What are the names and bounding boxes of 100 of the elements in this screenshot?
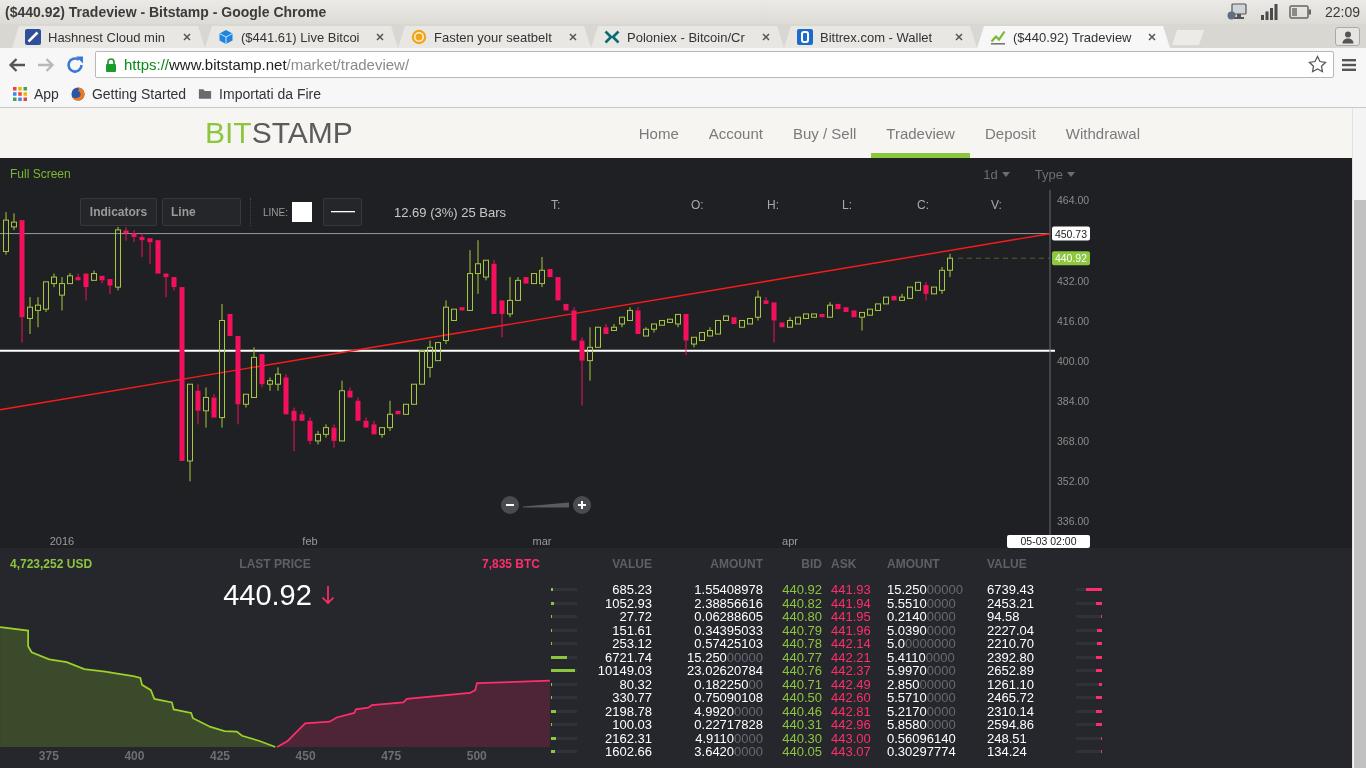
candlestick <box>771 302 777 344</box>
nav-link[interactable]: Buy / Sell <box>777 108 872 158</box>
cube-icon <box>218 29 234 45</box>
browser-tab[interactable]: Hashnest Cloud min <box>12 26 205 48</box>
legend-label: H: <box>767 198 780 212</box>
address-bar[interactable]: https://www.bitstamp.net/market/tradeview/ <box>95 51 1334 78</box>
candlestick <box>931 286 937 295</box>
legend-label: T: <box>551 198 562 212</box>
candlestick <box>443 299 449 345</box>
candlestick <box>779 322 785 328</box>
candlestick <box>411 383 417 405</box>
line-type-dropdown[interactable]: Line <box>162 198 241 226</box>
indicators-button[interactable]: Indicators <box>80 198 157 226</box>
ask-amount: 0.30297774 <box>887 745 957 759</box>
candlestick <box>259 354 265 388</box>
candlestick <box>299 410 305 421</box>
close-icon[interactable] <box>569 33 577 41</box>
bid-value: 253.12 <box>611 637 652 651</box>
scrollbar-thumb[interactable] <box>1354 200 1366 768</box>
close-icon[interactable] <box>183 33 191 41</box>
lock-icon <box>105 57 117 72</box>
candlestick <box>3 211 9 256</box>
candlestick <box>147 238 153 265</box>
bid-amount: 0.06288605 <box>693 610 763 624</box>
browser-tab[interactable]: ($441.61) Live Bitcoi <box>205 26 398 48</box>
candlestick <box>339 380 345 442</box>
chevrons-icon <box>604 29 620 45</box>
bid-value: 1052.93 <box>604 596 652 610</box>
coin-icon <box>411 29 427 45</box>
ask-price: 442.37 <box>830 664 872 678</box>
candlestick <box>467 249 473 311</box>
candlestick <box>555 277 561 301</box>
caret-icon <box>1067 171 1075 177</box>
ask-price: 442.49 <box>830 677 872 691</box>
bid-value: 330.77 <box>611 691 652 705</box>
browser-tab[interactable]: Bittrex.com - Wallet <box>784 26 977 48</box>
candlestick <box>123 226 129 242</box>
close-icon[interactable] <box>376 33 384 41</box>
nav-link[interactable]: Home <box>623 108 694 158</box>
ask-value: 2227.04 <box>987 623 1035 637</box>
full-screen-link[interactable]: Full Screen <box>10 167 71 181</box>
zoom-out-button[interactable] <box>501 496 519 514</box>
axis-label: 368.00 <box>1057 435 1090 448</box>
chart-icon <box>990 29 1006 45</box>
bid-price: 440.71 <box>781 677 822 691</box>
bid-amount: 0.57425103 <box>693 637 763 651</box>
bid-price: 440.50 <box>781 691 822 705</box>
bookmark-item[interactable]: Importati da Fire <box>192 82 328 106</box>
site-logo[interactable]: BITSTAMP <box>205 116 353 150</box>
ask-amount: 5.21700000 <box>887 704 957 718</box>
ask-amount: 5.99700000 <box>887 664 957 678</box>
candlestick <box>619 316 625 328</box>
nav-link[interactable]: Withdrawal <box>1050 108 1155 158</box>
candlestick <box>99 275 105 284</box>
axis-label: 416.00 <box>1057 314 1090 327</box>
axis-label: 400 <box>123 749 146 763</box>
candlestick <box>315 430 321 445</box>
signal-icon[interactable] <box>1259 3 1278 21</box>
battery-icon[interactable] <box>1288 5 1312 19</box>
browser-tab[interactable]: ($440.92) Tradeview <box>977 26 1170 48</box>
close-icon[interactable] <box>1148 33 1156 41</box>
ask-value: 2310.14 <box>987 704 1035 718</box>
candlestick <box>579 336 585 407</box>
candlestick <box>403 403 409 415</box>
reload-icon <box>65 54 85 75</box>
bid-value: 1602.66 <box>604 745 652 759</box>
ask-price: 442.21 <box>830 650 872 664</box>
nav-link[interactable]: Account <box>693 108 778 158</box>
browser-tab[interactable]: Poloniex - Bitcoin/Cr <box>591 26 784 48</box>
candlestick <box>483 259 489 281</box>
candlestick <box>907 286 913 299</box>
wedge-icon <box>523 502 569 508</box>
candlestick <box>491 259 497 314</box>
profile-button[interactable] <box>1335 27 1360 46</box>
zoom-in-button[interactable] <box>573 496 591 514</box>
ask-value: 2392.80 <box>987 650 1035 664</box>
legend-label: O: <box>691 198 705 212</box>
color-swatch[interactable] <box>292 202 312 222</box>
browser-tab[interactable]: Fasten your seatbelt <box>398 26 591 48</box>
candlestick <box>107 279 113 295</box>
axis-label: 336.00 <box>1057 515 1090 528</box>
bid-amount: 0.18225000 <box>693 677 763 691</box>
close-icon[interactable] <box>762 33 770 41</box>
folder-icon <box>198 87 213 101</box>
bid-amount: 15.25000000 <box>686 650 763 664</box>
bookmark-item[interactable]: Getting Started <box>64 82 193 106</box>
date-label: 05-03 02:00 <box>1007 535 1090 548</box>
bid-amount: 4.99200000 <box>693 704 763 718</box>
star-icon[interactable] <box>1308 55 1327 74</box>
close-icon[interactable] <box>955 33 963 41</box>
bookmark-item[interactable]: App <box>7 82 65 106</box>
network-icon[interactable] <box>1226 3 1249 21</box>
bid-amount: 0.34395033 <box>693 623 763 637</box>
ask-amount: 5.41100000 <box>887 650 956 664</box>
bid-amount: 1.55408978 <box>693 583 763 597</box>
bid-amount: 0.22717828 <box>693 718 763 732</box>
nav-link[interactable]: Deposit <box>969 108 1051 158</box>
candlestick <box>947 253 953 278</box>
line-style-button[interactable] <box>323 198 362 226</box>
candlestick <box>11 212 17 231</box>
